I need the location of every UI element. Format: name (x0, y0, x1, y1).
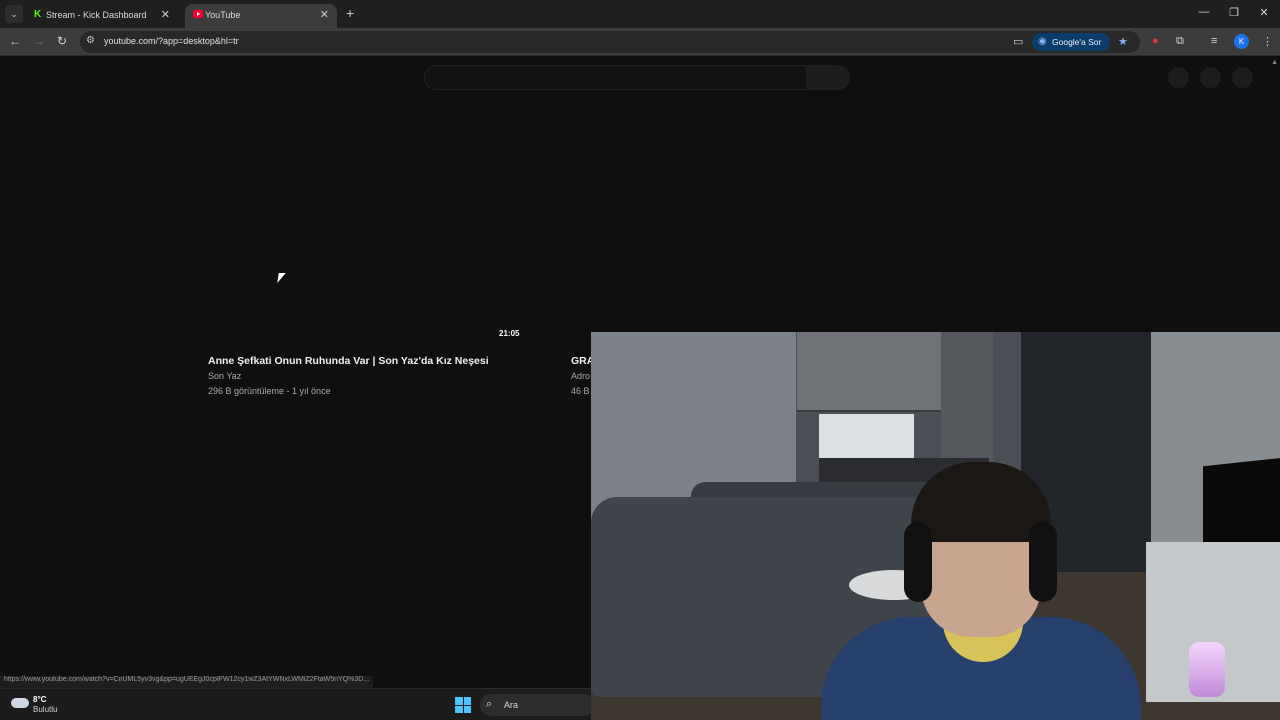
video-title[interactable]: Anne Şefkati Onun Ruhunda Var | Son Yaz'… (208, 355, 489, 367)
webcam-lamp (1189, 642, 1225, 697)
weather-temperature[interactable]: 8°C (33, 695, 46, 704)
scrollbar-up-arrow-icon[interactable]: ▲ (1271, 59, 1278, 66)
kick-icon: K (34, 9, 42, 20)
url-text[interactable]: youtube.com/?app=desktop&hl=tr (104, 36, 239, 46)
close-window-icon[interactable]: ✕ (1257, 6, 1271, 19)
tab-search-chevron-icon[interactable]: ⌄ (5, 5, 23, 23)
new-tab-button[interactable]: + (346, 5, 354, 21)
webcam-headset-left (904, 522, 932, 602)
mouse-cursor (277, 273, 286, 283)
tab-youtube[interactable]: YouTube ✕ (185, 4, 337, 28)
webcam-headset-right (1029, 522, 1057, 602)
youtube-search-button[interactable] (806, 65, 850, 90)
youtube-icon (193, 10, 203, 20)
windows-start-icon[interactable] (455, 697, 471, 713)
close-icon[interactable]: ✕ (161, 8, 170, 21)
notifications-icon[interactable] (1200, 67, 1221, 88)
video-channel[interactable]: Adro (571, 371, 590, 381)
taskbar-search-label: Ara (504, 700, 519, 710)
account-avatar[interactable] (1232, 67, 1253, 88)
restore-icon[interactable]: ❐ (1227, 6, 1241, 19)
bookmark-star-icon[interactable]: ★ (1118, 35, 1128, 48)
extensions-puzzle-icon[interactable]: ⧉ (1176, 35, 1184, 48)
youtube-search-input[interactable] (424, 65, 807, 90)
reload-icon[interactable]: ↻ (55, 34, 69, 48)
address-bar[interactable]: ⚙ youtube.com/?app=desktop&hl=tr (80, 31, 1140, 53)
taskbar-search-box[interactable]: ⌕ Ara (480, 694, 595, 716)
tab-strip: ⌄ K Stream - Kick Dashboard ✕ YouTube ✕ … (0, 0, 1280, 28)
webcam-overlay (591, 332, 1280, 720)
browser-window: ⌄ K Stream - Kick Dashboard ✕ YouTube ✕ … (0, 0, 1280, 720)
webcam-cabinets (797, 332, 945, 412)
browser-toolbar: ← → ↻ ⚙ youtube.com/?app=desktop&hl=tr ▭… (0, 28, 1280, 56)
cast-icon[interactable]: ▭ (1013, 35, 1023, 48)
search-icon: ⌕ (486, 698, 493, 710)
weather-description[interactable]: Bulutlu (33, 705, 57, 714)
video-meta: 46 B (571, 386, 590, 396)
link-status-bar: https://www.youtube.com/watch?v=CnUML5yv… (0, 676, 374, 688)
ask-google-label: Google'a Sor (1052, 37, 1102, 47)
ask-google-button[interactable]: ◉ Google'a Sor (1032, 33, 1110, 51)
profile-avatar[interactable]: K (1234, 34, 1249, 49)
forward-icon[interactable]: → (32, 34, 46, 48)
minimize-icon[interactable]: — (1197, 6, 1211, 18)
back-icon[interactable]: ← (8, 34, 22, 48)
tab-title: Stream - Kick Dashboard (46, 10, 147, 20)
video-meta: 296 B görüntüleme - 1 yıl önce (208, 386, 331, 396)
webcam-kitchen-light (819, 414, 914, 458)
create-icon[interactable] (1168, 67, 1189, 88)
menu-dots-icon[interactable]: ⋮ (1262, 35, 1273, 48)
google-lens-icon: ◉ (1038, 36, 1047, 47)
tab-kick-dashboard[interactable]: K Stream - Kick Dashboard ✕ (26, 4, 178, 28)
media-controls-icon[interactable]: ≡ (1211, 35, 1217, 47)
tab-title: YouTube (205, 10, 241, 20)
video-duration: 21:05 (499, 329, 520, 338)
video-channel[interactable]: Son Yaz (208, 371, 241, 381)
extension-red-icon[interactable]: ● (1152, 35, 1159, 47)
cloud-icon[interactable] (11, 698, 29, 708)
close-icon[interactable]: ✕ (320, 8, 329, 21)
site-settings-icon[interactable]: ⚙ (86, 35, 95, 46)
